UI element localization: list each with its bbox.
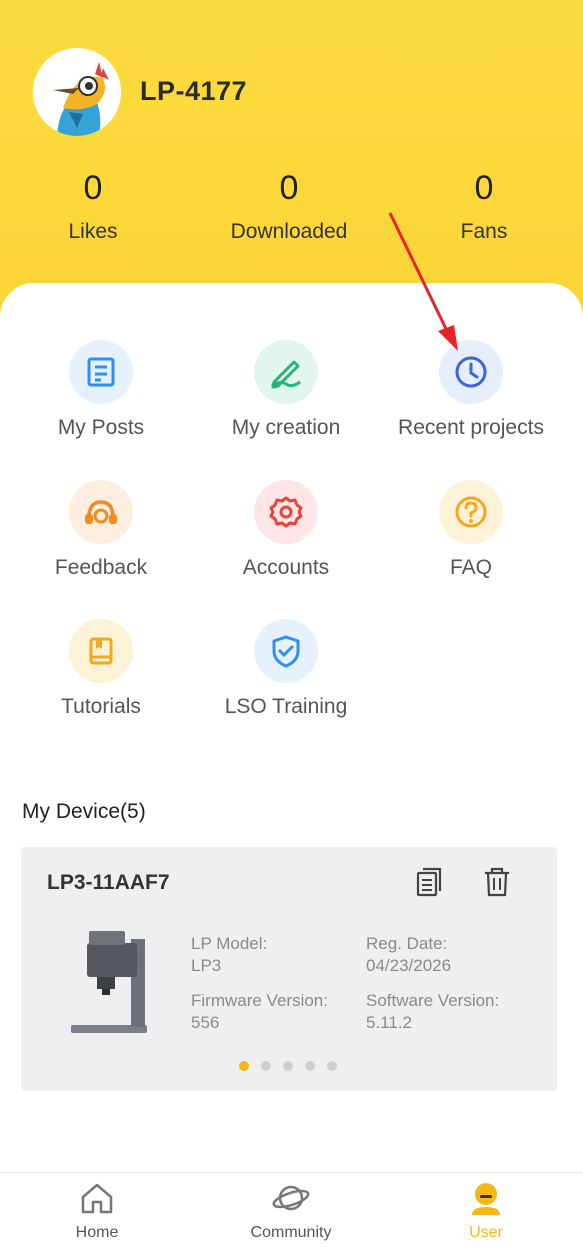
firmware-value: 556 [191, 1013, 220, 1032]
stat-label: Likes [68, 220, 118, 243]
menu-item-feedback[interactable]: Feedback [6, 480, 196, 580]
shield-check-icon [254, 619, 318, 683]
menu-item-label: Feedback [54, 556, 148, 579]
user-icon [472, 1183, 500, 1215]
book-icon [69, 619, 133, 683]
tab-home[interactable]: Home [0, 1181, 194, 1242]
annotation-arrow-icon [388, 212, 458, 351]
stat-value: 0 [279, 169, 299, 207]
menu-item-label: Accounts [242, 556, 330, 579]
menu-item-accounts[interactable]: Accounts [191, 480, 381, 580]
profile-header: LP-4177 0 Likes 0 Downloaded 0 Fans [0, 0, 583, 330]
document-icon [69, 340, 133, 404]
tab-community[interactable]: Community [194, 1181, 388, 1242]
menu-item-label: Tutorials [61, 695, 141, 718]
menu-item-label: FAQ [449, 556, 492, 579]
pagination-dot[interactable] [305, 1061, 315, 1071]
pagination-dot[interactable] [261, 1061, 271, 1071]
pagination-dots [239, 1061, 337, 1071]
tab-user[interactable]: User [389, 1181, 583, 1242]
model-value: LP3 [191, 956, 222, 975]
pen-icon [254, 340, 318, 404]
menu-item-label: LSO Training [224, 695, 348, 718]
home-icon [81, 1183, 113, 1214]
stat-value: 0 [474, 169, 494, 207]
firmware-label: Firmware Version: [191, 991, 328, 1010]
copy-icon[interactable] [415, 867, 443, 902]
menu-item-label: My creation [231, 416, 341, 439]
menu-item-lso-training[interactable]: LSO Training [191, 619, 381, 719]
bird-avatar-icon [33, 48, 121, 136]
avatar[interactable] [33, 48, 121, 136]
trash-icon[interactable] [483, 867, 511, 902]
pagination-dot[interactable] [327, 1061, 337, 1071]
username: LP-4177 [140, 76, 248, 106]
reg-date-value: 04/23/2026 [366, 956, 452, 975]
menu-item-recent-projects[interactable]: Recent projects [376, 340, 566, 440]
tab-label: User [469, 1224, 503, 1241]
bottom-tab-bar: Home Community User [0, 1172, 583, 1250]
menu-item-my-creation[interactable]: My creation [191, 340, 381, 440]
stat-label: Downloaded [230, 220, 348, 243]
tab-label: Community [250, 1224, 332, 1241]
device-section-title: My Device(5) [22, 800, 146, 823]
stat-value: 0 [83, 169, 103, 207]
headset-icon [69, 480, 133, 544]
stat-downloaded[interactable]: 0 Downloaded [209, 168, 369, 244]
model-label: LP Model: [191, 934, 268, 953]
menu-item-tutorials[interactable]: Tutorials [6, 619, 196, 719]
menu-item-label: My Posts [57, 416, 145, 439]
laser-machine-image [69, 929, 149, 1044]
device-card[interactable]: LP3-11AAF7 LP Model: LP3 Reg. Date: 04/2… [21, 847, 557, 1091]
planet-icon [272, 1185, 310, 1211]
question-icon [439, 480, 503, 544]
software-label: Software Version: [366, 991, 500, 1010]
pagination-dot[interactable] [283, 1061, 293, 1071]
tab-label: Home [75, 1224, 119, 1241]
reg-date-label: Reg. Date: [366, 934, 448, 953]
menu-item-my-posts[interactable]: My Posts [6, 340, 196, 440]
stat-likes[interactable]: 0 Likes [13, 168, 173, 244]
software-value: 5.11.2 [366, 1013, 413, 1032]
menu-item-faq[interactable]: FAQ [376, 480, 566, 580]
gear-icon [254, 480, 318, 544]
device-name: LP3-11AAF7 [47, 871, 170, 894]
menu-item-label: Recent projects [398, 416, 544, 439]
pagination-dot[interactable] [239, 1061, 249, 1071]
